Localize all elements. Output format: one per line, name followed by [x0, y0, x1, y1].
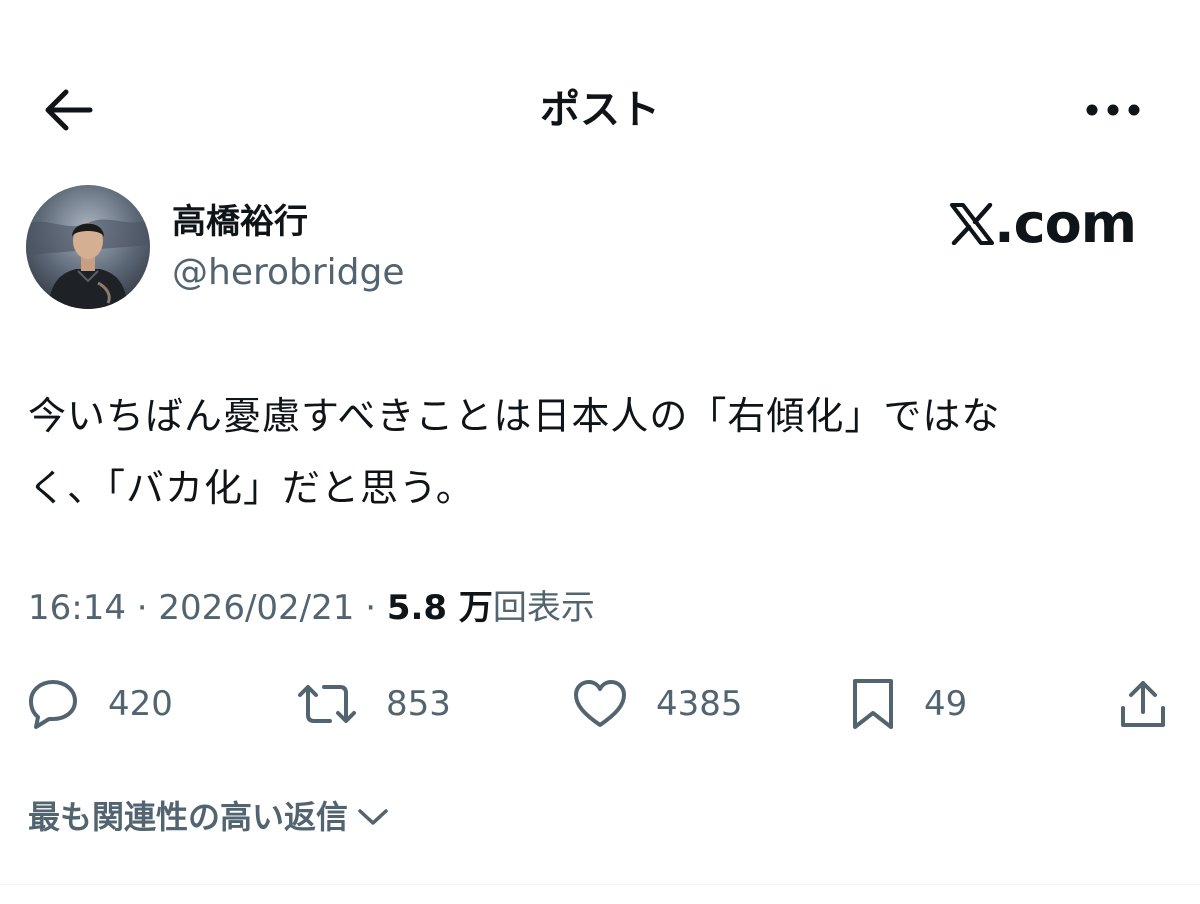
post-page: ポスト 高橋裕行 @herobridge .com 今いちばん憂慮すべきことは日…	[0, 0, 1200, 904]
reply-button[interactable]: 420	[26, 672, 173, 736]
bookmark-icon	[853, 679, 893, 729]
more-options-button[interactable]	[1078, 80, 1148, 140]
meta-separator: ·	[125, 588, 159, 628]
heart-icon	[574, 680, 626, 727]
x-logo-icon	[950, 203, 995, 245]
action-bar: 420 853 4385 49	[0, 672, 1200, 736]
bookmark-button[interactable]: 49	[850, 672, 967, 736]
post-time[interactable]: 16:14	[28, 588, 126, 628]
like-button[interactable]: 4385	[572, 672, 743, 736]
views-label: 回表示	[492, 588, 595, 628]
author-display-name[interactable]: 高橋裕行	[172, 200, 308, 244]
more-horizontal-icon	[1086, 104, 1140, 116]
author-handle[interactable]: @herobridge	[172, 250, 405, 296]
post-date[interactable]: 2026/02/21	[158, 588, 354, 628]
tweet-meta: 16:14 · 2026/02/21 · 5.8 万回表示	[28, 583, 595, 633]
like-count: 4385	[656, 684, 743, 724]
avatar-photo	[26, 185, 150, 309]
repost-icon	[298, 685, 356, 723]
repost-button[interactable]: 853	[296, 672, 451, 736]
logo-suffix: .com	[994, 192, 1137, 255]
views-count: 5.8 万	[386, 588, 493, 628]
tweet-text-line: 今いちばん憂慮すべきことは日本人の「右傾化」ではな	[28, 394, 1001, 438]
tweet-text-line: く、「バカ化」だと思う。	[28, 466, 475, 510]
top-bar: ポスト	[0, 60, 1200, 150]
reply-icon	[29, 680, 77, 729]
avatar[interactable]	[26, 185, 150, 309]
replies-sort-label: 最も関連性の高い返信	[28, 798, 349, 836]
divider	[0, 884, 1200, 885]
x-com-logo: .com	[950, 192, 1137, 255]
page-title: ポスト	[540, 87, 660, 133]
tweet-text: 今いちばん憂慮すべきことは日本人の「右傾化」ではな く、「バカ化」だと思う。	[28, 380, 1168, 524]
replies-sort-dropdown[interactable]: 最も関連性の高い返信	[28, 792, 390, 842]
bookmark-count: 49	[924, 684, 968, 724]
repost-count: 853	[386, 684, 451, 724]
share-icon	[1121, 681, 1165, 727]
chevron-down-icon	[356, 806, 390, 828]
meta-separator: ·	[354, 588, 387, 628]
reply-count: 420	[108, 684, 173, 724]
share-button[interactable]	[1118, 672, 1168, 736]
